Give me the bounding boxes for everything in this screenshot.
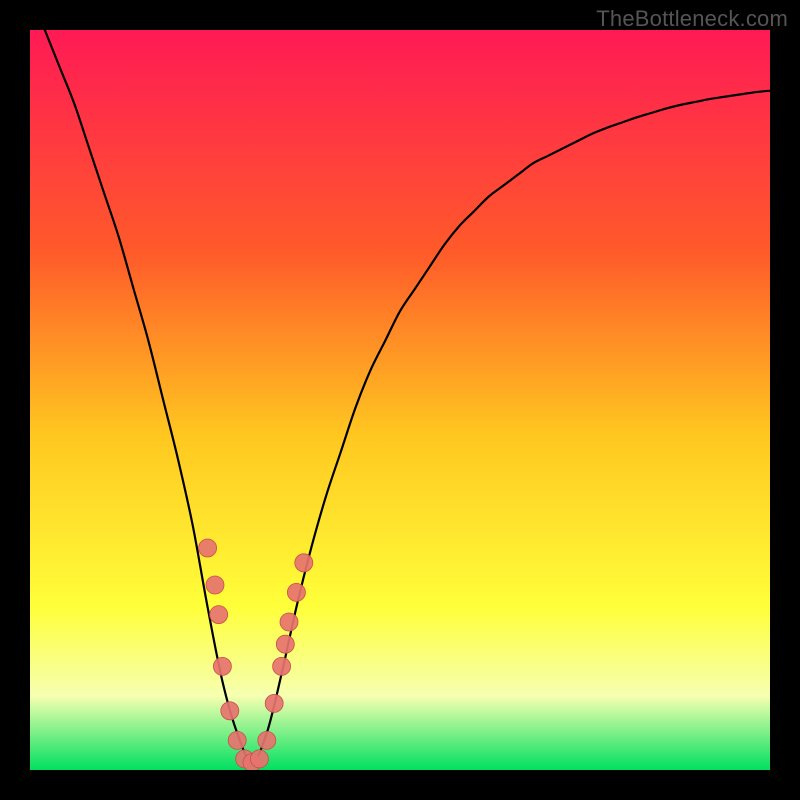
data-marker	[221, 702, 239, 720]
chart-svg	[30, 30, 770, 770]
data-marker	[213, 657, 231, 675]
data-marker	[258, 731, 276, 749]
data-marker	[280, 613, 298, 631]
data-marker	[210, 606, 228, 624]
data-marker	[295, 554, 313, 572]
gradient-background	[30, 30, 770, 770]
watermark-text: TheBottleneck.com	[596, 6, 788, 32]
plot-area	[30, 30, 770, 770]
data-marker	[206, 576, 224, 594]
data-marker	[199, 539, 217, 557]
data-marker	[276, 635, 294, 653]
chart-frame: TheBottleneck.com	[0, 0, 800, 800]
data-marker	[273, 657, 291, 675]
data-marker	[265, 694, 283, 712]
data-marker	[287, 583, 305, 601]
data-marker	[228, 731, 246, 749]
data-marker	[250, 750, 268, 768]
